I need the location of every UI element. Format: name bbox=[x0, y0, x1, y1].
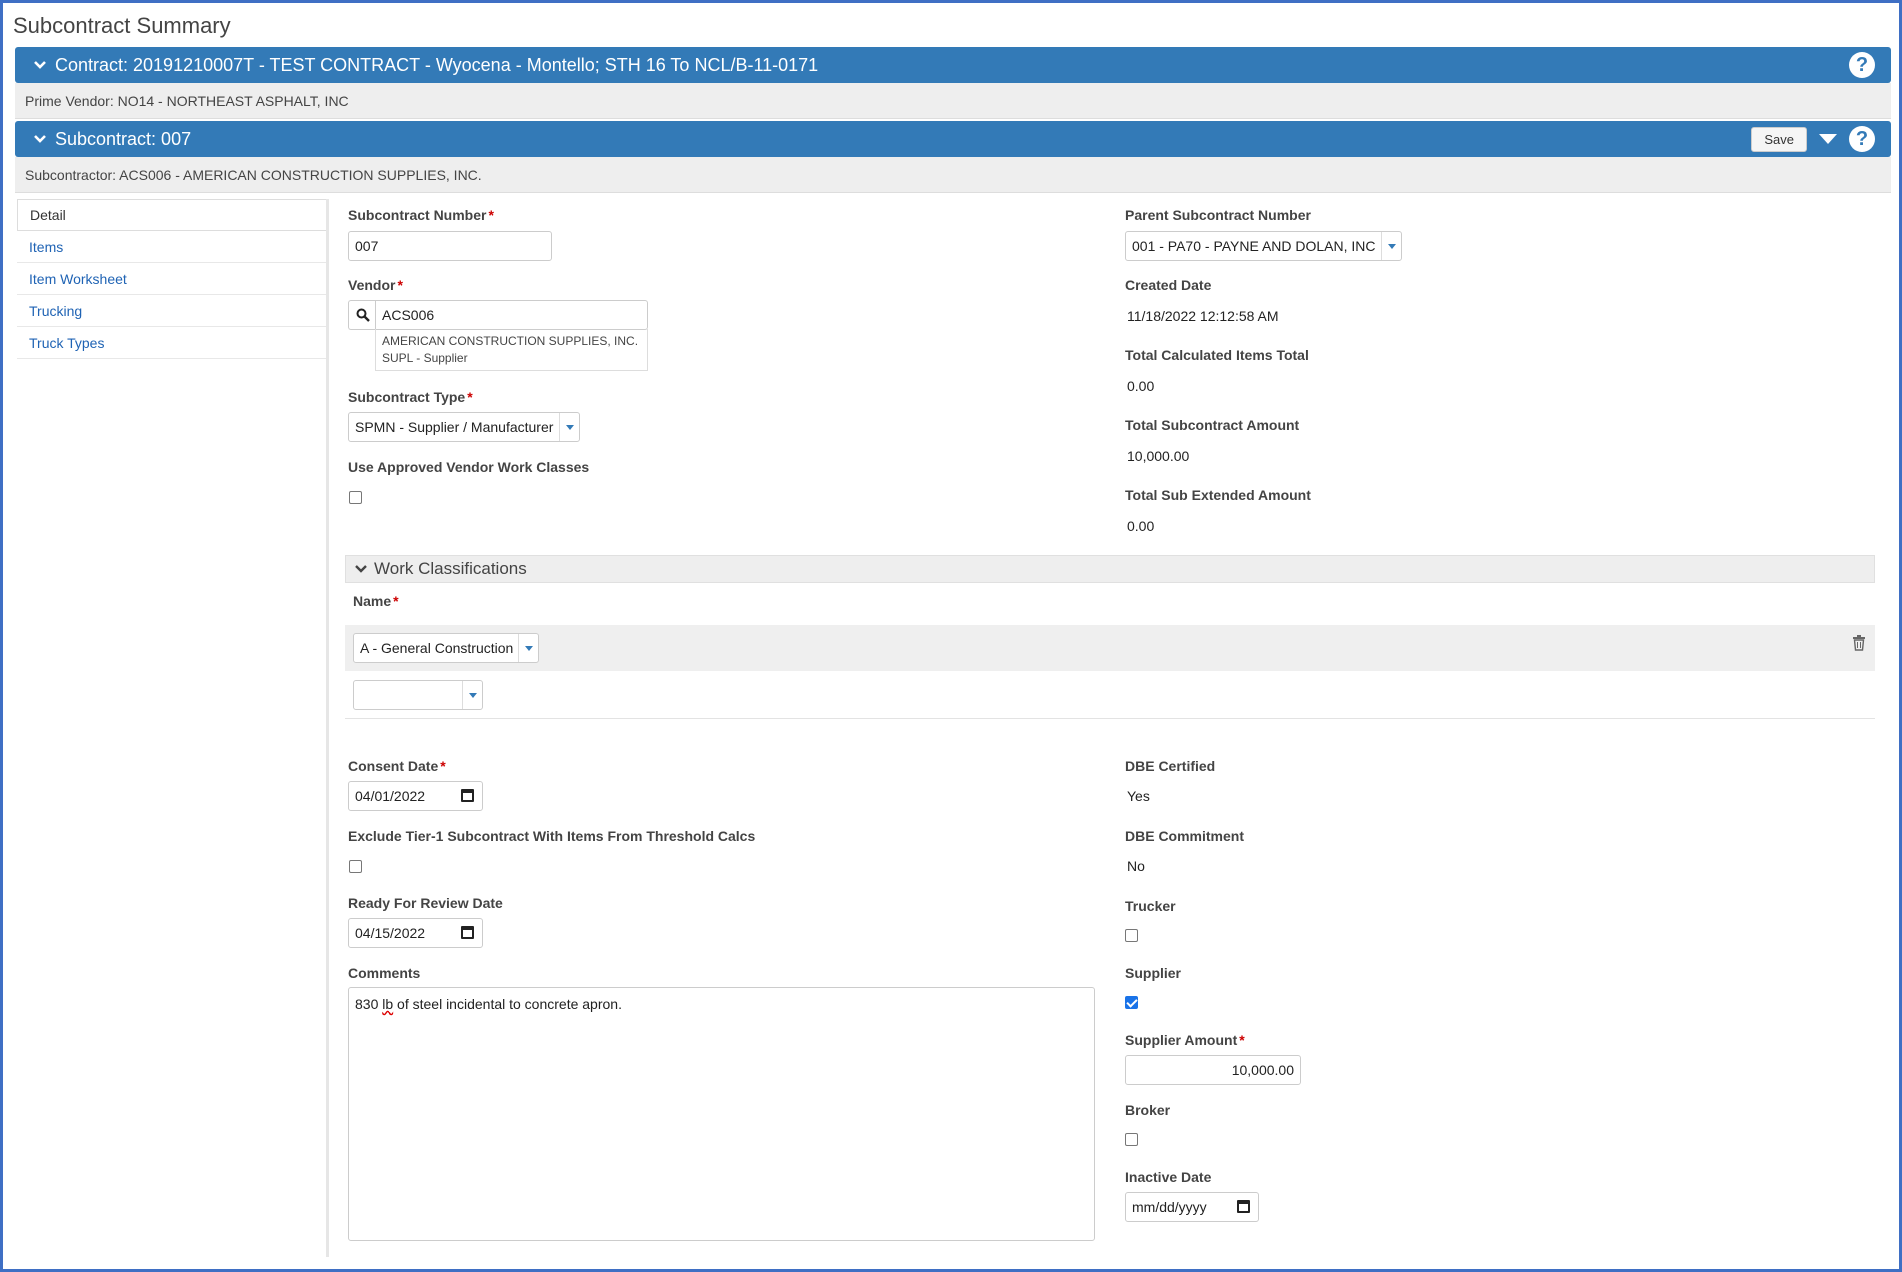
nav-item-item-worksheet[interactable]: Item Worksheet bbox=[17, 263, 326, 295]
subcontract-type-value: SPMN - Supplier / Manufacturer bbox=[355, 419, 554, 435]
work-classifications-header[interactable]: Work Classifications bbox=[345, 555, 1875, 583]
search-icon bbox=[356, 308, 370, 322]
chevron-down-icon[interactable] bbox=[33, 132, 47, 146]
work-class-name-label: Name * bbox=[353, 593, 399, 609]
prime-vendor-bar: Prime Vendor: NO14 - NORTHEAST ASPHALT, … bbox=[15, 83, 1891, 119]
broker-checkbox[interactable] bbox=[1125, 1133, 1138, 1146]
parent-subcontract-value: 001 - PA70 - PAYNE AND DOLAN, INC bbox=[1132, 238, 1376, 254]
work-class-row bbox=[345, 625, 1875, 671]
parent-subcontract-select[interactable]: 001 - PA70 - PAYNE AND DOLAN, INC bbox=[1125, 231, 1402, 261]
broker-label: Broker bbox=[1125, 1102, 1171, 1118]
app-frame: Subcontract Summary Contract: 2019121000… bbox=[0, 0, 1902, 1272]
nav-item-items[interactable]: Items bbox=[17, 231, 326, 263]
chevron-down-icon bbox=[462, 681, 482, 709]
supplier-label: Supplier bbox=[1125, 965, 1182, 981]
vendor-name: AMERICAN CONSTRUCTION SUPPLIES, INC. bbox=[382, 334, 639, 348]
exclude-tier1-checkbox[interactable] bbox=[349, 860, 362, 873]
vendor-details: AMERICAN CONSTRUCTION SUPPLIES, INC. SUP… bbox=[375, 329, 648, 371]
help-icon[interactable]: ? bbox=[1849, 126, 1875, 152]
vendor-search-button[interactable] bbox=[348, 300, 376, 330]
save-button[interactable]: Save bbox=[1751, 126, 1807, 152]
comments-misspelled-word: lb bbox=[382, 996, 394, 1012]
work-class-new-select[interactable] bbox=[353, 680, 483, 710]
exclude-tier1-label: Exclude Tier-1 Subcontract With Items Fr… bbox=[348, 828, 756, 844]
use-approved-label: Use Approved Vendor Work Classes bbox=[348, 459, 590, 475]
parent-subcontract-label: Parent Subcontract Number bbox=[1125, 207, 1311, 223]
dbe-certified-value: Yes bbox=[1127, 788, 1150, 804]
inactive-date-input[interactable]: mm/dd/yyyy bbox=[1125, 1192, 1259, 1222]
use-approved-checkbox[interactable] bbox=[349, 491, 362, 504]
section-divider bbox=[345, 718, 1875, 719]
supplier-amount-label: Supplier Amount * bbox=[1125, 1032, 1245, 1048]
vendor-label: Vendor * bbox=[348, 277, 403, 293]
inactive-date-label: Inactive Date bbox=[1125, 1169, 1212, 1185]
subcontract-amount-label: Total Subcontract Amount bbox=[1125, 417, 1300, 433]
work-class-value: A - General Construction bbox=[360, 640, 514, 656]
subcontract-number-input[interactable]: 007 bbox=[348, 231, 552, 261]
work-classifications-title: Work Classifications bbox=[374, 559, 527, 578]
dbe-certified-label: DBE Certified bbox=[1125, 758, 1216, 774]
created-date-label: Created Date bbox=[1125, 277, 1212, 293]
comments-text-start: 830 bbox=[355, 996, 383, 1012]
chevron-down-icon[interactable] bbox=[33, 58, 47, 72]
chevron-down-icon bbox=[559, 413, 579, 441]
subcontract-header-bar[interactable]: Subcontract: 007 Save ? bbox=[15, 121, 1891, 157]
subcontract-title: Subcontract: 007 bbox=[55, 128, 192, 149]
actions-dropdown-icon[interactable] bbox=[1819, 134, 1837, 144]
comments-label: Comments bbox=[348, 965, 421, 981]
trucker-checkbox[interactable] bbox=[1125, 929, 1138, 942]
contract-title: Contract: 20191210007T - TEST CONTRACT -… bbox=[55, 54, 819, 75]
trucker-label: Trucker bbox=[1125, 898, 1176, 914]
created-date-value: 11/18/2022 12:12:58 AM bbox=[1127, 308, 1279, 324]
subcontract-type-select[interactable]: SPMN - Supplier / Manufacturer bbox=[348, 412, 580, 442]
supplier-checkbox[interactable] bbox=[1125, 996, 1138, 1009]
dbe-commitment-label: DBE Commitment bbox=[1125, 828, 1245, 844]
calendar-icon[interactable] bbox=[461, 789, 474, 802]
dbe-commitment-value: No bbox=[1127, 858, 1145, 874]
contract-header-bar[interactable]: Contract: 20191210007T - TEST CONTRACT -… bbox=[15, 47, 1891, 83]
supplier-amount-input[interactable]: 10,000.00 bbox=[1125, 1055, 1301, 1085]
chevron-down-icon[interactable] bbox=[354, 562, 368, 576]
chevron-down-icon bbox=[1381, 232, 1401, 260]
comments-text-end: of steel incidental to concrete apron. bbox=[393, 996, 622, 1012]
side-navigation: Detail Items Item Worksheet Trucking Tru… bbox=[17, 199, 329, 1257]
work-class-select[interactable]: A - General Construction bbox=[353, 633, 539, 663]
vendor-input[interactable]: ACS006 bbox=[375, 300, 648, 330]
consent-date-value: 04/01/2022 bbox=[355, 788, 426, 804]
consent-date-label: Consent Date * bbox=[348, 758, 446, 774]
comments-textarea[interactable]: 830 lb of steel incidental to concrete a… bbox=[348, 987, 1095, 1241]
subcontract-type-label: Subcontract Type * bbox=[348, 389, 473, 405]
sub-extended-label: Total Sub Extended Amount bbox=[1125, 487, 1311, 503]
calendar-icon[interactable] bbox=[1237, 1200, 1250, 1213]
consent-date-input[interactable]: 04/01/2022 bbox=[348, 781, 483, 811]
vendor-type: SUPL - Supplier bbox=[382, 351, 468, 365]
calc-total-label: Total Calculated Items Total bbox=[1125, 347, 1309, 363]
ready-for-review-input[interactable]: 04/15/2022 bbox=[348, 918, 483, 948]
calc-total-value: 0.00 bbox=[1127, 378, 1155, 394]
nav-item-detail[interactable]: Detail bbox=[17, 199, 326, 231]
help-icon[interactable]: ? bbox=[1849, 52, 1875, 78]
chevron-down-icon bbox=[518, 634, 538, 662]
sub-extended-value: 0.00 bbox=[1127, 518, 1155, 534]
inactive-date-placeholder: mm/dd/yyyy bbox=[1132, 1199, 1207, 1215]
ready-for-review-label: Ready For Review Date bbox=[348, 895, 503, 911]
trash-icon[interactable] bbox=[1852, 635, 1866, 651]
nav-item-trucking[interactable]: Trucking bbox=[17, 295, 326, 327]
calendar-icon[interactable] bbox=[461, 926, 474, 939]
subcontract-amount-value: 10,000.00 bbox=[1127, 448, 1190, 464]
page-title: Subcontract Summary bbox=[13, 13, 231, 38]
subcontractor-bar: Subcontractor: ACS006 - AMERICAN CONSTRU… bbox=[15, 157, 1891, 193]
nav-item-truck-types[interactable]: Truck Types bbox=[17, 327, 326, 359]
subcontract-number-label: Subcontract Number * bbox=[348, 207, 494, 223]
ready-for-review-value: 04/15/2022 bbox=[355, 925, 426, 941]
